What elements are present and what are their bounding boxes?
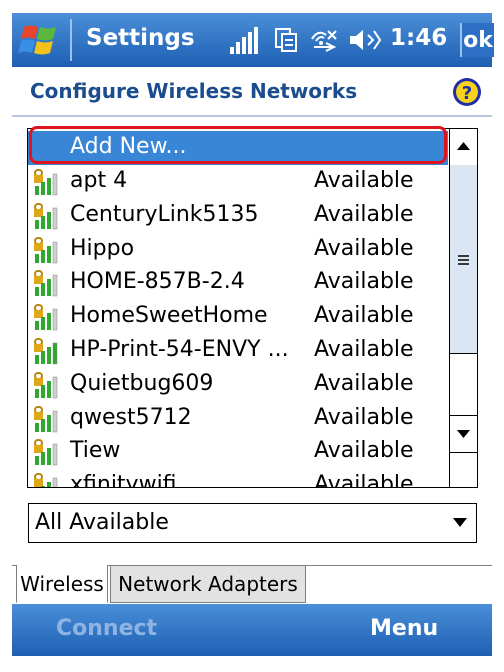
network-status: Available [314, 168, 414, 193]
secured-wifi-signal-icon [34, 236, 58, 263]
network-ssid: apt 4 [70, 168, 128, 193]
start-flag-icon[interactable] [18, 21, 62, 59]
page-header: Configure Wireless Networks ? [12, 67, 492, 115]
network-ssid: CenturyLink5135 [70, 201, 259, 227]
network-item[interactable]: xfinitywifi Available [28, 469, 448, 487]
chevron-down-icon [453, 518, 467, 527]
network-item[interactable]: apt 4 Available [28, 165, 448, 199]
header-divider [12, 115, 492, 117]
network-ssid: xfinitywifi [70, 472, 177, 487]
network-ssid: HP-Print-54-ENVY ... [70, 337, 289, 362]
connect-softkey[interactable]: Connect [56, 616, 157, 641]
filter-selected-value: All Available [35, 510, 169, 535]
secured-wifi-signal-icon [34, 405, 58, 432]
clock[interactable]: 1:46 [390, 25, 447, 51]
network-rows: Add New... apt 4 Available CenturyLink5135… [28, 129, 448, 487]
network-ssid: Tiew [70, 438, 121, 464]
title-separator [70, 19, 72, 61]
help-icon[interactable]: ? [452, 77, 482, 107]
network-status: Available [314, 337, 414, 362]
secured-wifi-signal-icon [34, 371, 58, 399]
volume-icon[interactable] [348, 27, 382, 53]
network-item[interactable]: qwest5712 Available [28, 402, 448, 436]
network-list[interactable]: Add New... apt 4 Available CenturyLink5135… [27, 128, 478, 488]
svg-text:?: ? [462, 83, 472, 104]
add-new-item[interactable]: Add New... [28, 131, 448, 165]
scroll-up-arrow-icon[interactable] [450, 129, 477, 166]
secured-wifi-signal-icon [34, 169, 58, 196]
network-item[interactable]: HOME-857B-2.4 Available [28, 266, 448, 300]
scroll-thumb[interactable] [450, 165, 477, 354]
scroll-down-arrow-icon[interactable] [450, 415, 477, 453]
network-status: Available [314, 235, 414, 261]
network-item[interactable]: CenturyLink5135 Available [28, 199, 448, 233]
network-status: Available [314, 303, 414, 329]
secured-wifi-signal-icon [34, 304, 58, 331]
secured-wifi-signal-icon [34, 473, 58, 487]
list-scrollbar[interactable] [449, 129, 477, 487]
softkey-bar: Connect Menu [12, 604, 492, 656]
network-ssid: HOME-857B-2.4 [70, 269, 245, 295]
network-status: Available [314, 438, 414, 464]
activesync-icon[interactable] [274, 27, 298, 53]
network-item[interactable]: Hippo Available [28, 233, 448, 267]
network-ssid: HomeSweetHome [70, 303, 268, 329]
tab-wireless[interactable]: Wireless [16, 565, 108, 603]
page-title: Configure Wireless Networks [30, 79, 358, 103]
add-new-label: Add New... [70, 134, 187, 159]
network-item[interactable]: Quietbug609 Available [28, 368, 448, 402]
network-filter-select[interactable]: All Available [28, 503, 477, 543]
network-item[interactable]: HomeSweetHome Available [28, 300, 448, 334]
network-ssid: Quietbug609 [70, 370, 214, 396]
connectivity-icon[interactable] [308, 25, 340, 55]
network-status: Available [314, 404, 414, 430]
secured-wifi-signal-icon [34, 439, 58, 466]
thumb-grip-icon [458, 255, 469, 265]
ok-button[interactable]: ok [460, 23, 494, 57]
network-ssid: qwest5712 [70, 404, 192, 430]
tab-network-adapters[interactable]: Network Adapters [110, 565, 306, 603]
secured-wifi-signal-icon [34, 270, 58, 297]
network-status: Available [314, 370, 414, 396]
network-ssid: Hippo [70, 235, 135, 261]
title-bar: Settings 1:46 ok [12, 13, 494, 67]
menu-softkey[interactable]: Menu [370, 616, 438, 641]
signal-strength-icon[interactable] [228, 27, 258, 55]
network-item[interactable]: HP-Print-54-ENVY ... Available [28, 334, 448, 368]
network-item[interactable]: Tiew Available [28, 435, 448, 469]
network-status: Available [314, 269, 414, 295]
secured-wifi-signal-icon [34, 338, 58, 365]
network-status: Available [314, 201, 414, 227]
secured-wifi-signal-icon [34, 202, 58, 230]
app-title: Settings [86, 25, 195, 51]
network-status: Available [314, 472, 414, 487]
